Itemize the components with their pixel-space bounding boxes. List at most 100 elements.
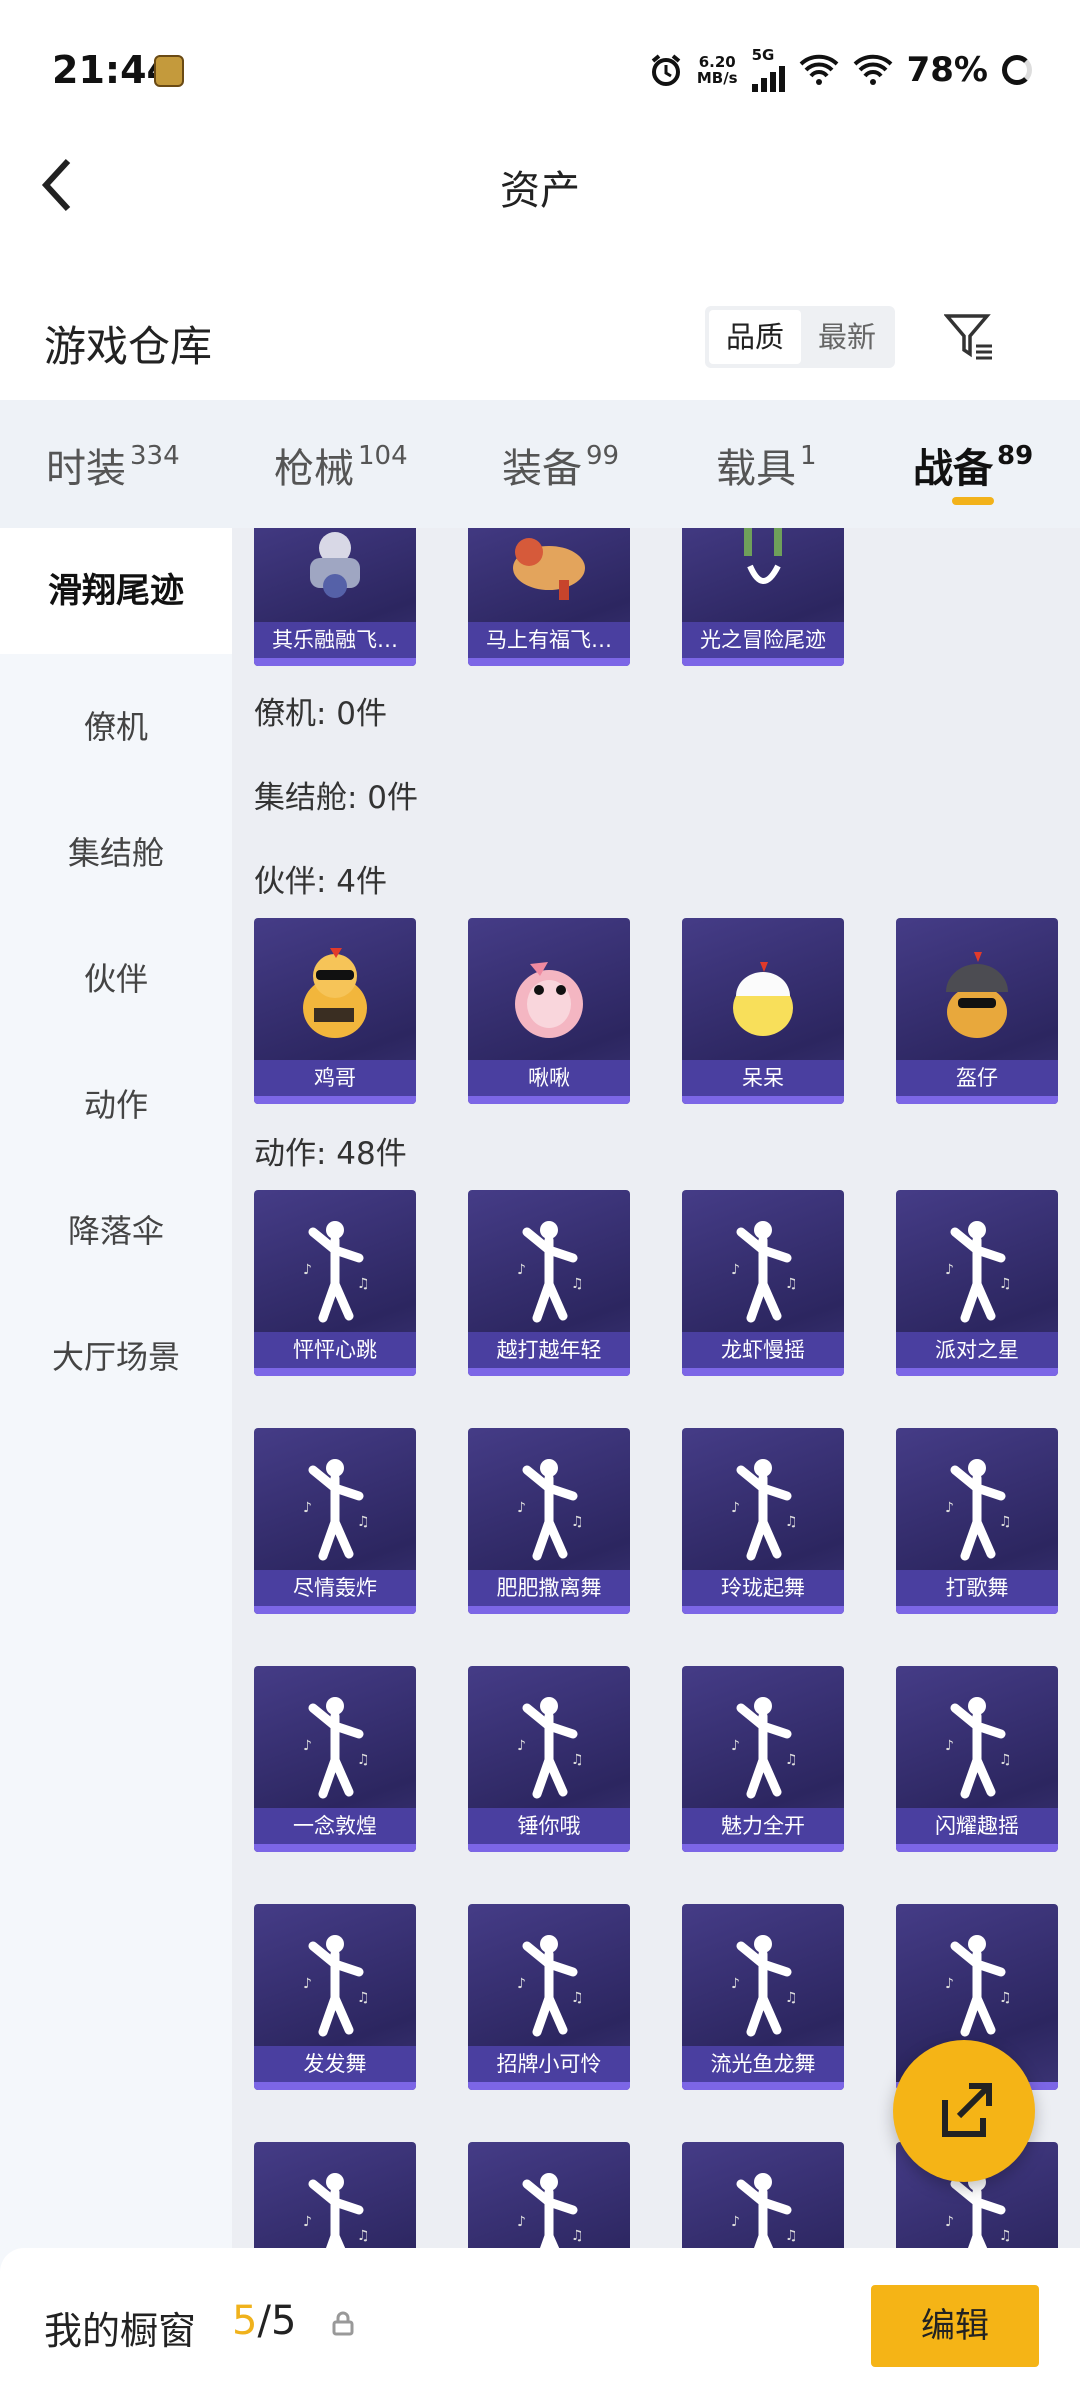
section-emote-count: 动作: 48件 xyxy=(254,1136,407,1172)
adventure-trail-icon xyxy=(744,528,782,584)
dancer-icon: ♪♫ xyxy=(945,1221,1012,1323)
section-rally-count: 集结舱: 0件 xyxy=(254,780,419,816)
card-label: 肥肥撒离舞 xyxy=(468,1570,630,1606)
card-label: 一念敦煌 xyxy=(254,1808,416,1844)
dancer-icon: ♪♫ xyxy=(731,1459,798,1561)
svg-text:♫: ♫ xyxy=(357,1990,370,2006)
svg-text:♫: ♫ xyxy=(571,1990,584,2006)
emote-card[interactable]: ♪ ♫ 肥肥撒离舞 xyxy=(468,1428,630,1614)
emote-card[interactable]: ♪ ♫ 流光鱼龙舞 xyxy=(682,1904,844,2090)
section-partner-count: 伙伴: 4件 xyxy=(254,864,388,900)
card-label: 锤你哦 xyxy=(468,1808,630,1844)
tab-guns[interactable]: 枪械 104 xyxy=(274,436,408,494)
svg-text:♫: ♫ xyxy=(999,2228,1012,2244)
svg-text:♫: ♫ xyxy=(571,1752,584,1768)
emote-card[interactable]: ♪ ♫ 越打越年轻 xyxy=(468,1190,630,1376)
filter-icon[interactable] xyxy=(944,310,996,362)
svg-text:♫: ♫ xyxy=(785,1514,798,1530)
lock-icon xyxy=(332,2311,354,2336)
emote-card[interactable]: ♪ ♫ 龙虾慢摇 xyxy=(682,1190,844,1376)
emote-card[interactable]: ♪ ♫ 发发舞 xyxy=(254,1904,416,2090)
dancer-icon: ♪♫ xyxy=(303,1697,370,1799)
helmet-chick-partner-icon xyxy=(946,952,1008,1038)
card-label: 盔仔 xyxy=(896,1060,1058,1096)
dancer-icon: ♪♫ xyxy=(517,2173,584,2248)
svg-text:♫: ♫ xyxy=(571,2228,584,2244)
svg-text:♫: ♫ xyxy=(785,1752,798,1768)
edit-button[interactable]: 编辑 xyxy=(871,2285,1039,2367)
sidebar-item-parachute[interactable]: 降落伞 xyxy=(0,1206,232,1252)
dancer-icon: ♪♫ xyxy=(945,1459,1012,1561)
wifi-icon-2 xyxy=(853,54,892,85)
svg-text:♪: ♪ xyxy=(731,2214,740,2230)
emote-card[interactable]: ♪ ♫ 玲珑起舞 xyxy=(682,1428,844,1614)
tab-vehicle[interactable]: 载具 1 xyxy=(716,436,817,494)
chick-partner-icon xyxy=(733,962,793,1036)
emote-card[interactable]: ♪ ♫ 怦怦心跳 xyxy=(254,1190,416,1376)
sort-quality-button[interactable]: 品质 xyxy=(709,310,801,364)
partner-card[interactable]: 啾啾 xyxy=(468,918,630,1104)
dancer-icon: ♪♫ xyxy=(517,1935,584,2037)
svg-text:♫: ♫ xyxy=(571,1514,584,1530)
partner-card[interactable]: 呆呆 xyxy=(682,918,844,1104)
glide-trail-card[interactable]: 光之冒险尾迹 xyxy=(682,528,844,666)
sidebar-item-lobby-scene[interactable]: 大厅场景 xyxy=(0,1332,232,1378)
card-label: 闪耀趣摇 xyxy=(896,1808,1058,1844)
emote-card[interactable]: ♪ ♫ xyxy=(468,2142,630,2248)
partner-card[interactable]: 鸡哥 xyxy=(254,918,416,1104)
sidebar-item-glide-trail[interactable]: 滑翔尾迹 xyxy=(0,528,232,654)
card-label: 魅力全开 xyxy=(682,1808,844,1844)
tab-battle-gear[interactable]: 战备 89 xyxy=(913,436,1033,494)
svg-text:♪: ♪ xyxy=(731,1262,740,1278)
dancer-icon: ♪♫ xyxy=(731,2173,798,2248)
sidebar-item-partner[interactable]: 伙伴 xyxy=(0,954,232,1000)
emote-card[interactable]: ♪ ♫ xyxy=(682,2142,844,2248)
alarm-icon xyxy=(651,54,681,86)
svg-text:♪: ♪ xyxy=(945,1262,954,1278)
emote-card[interactable]: ♪ ♫ 打歌舞 xyxy=(896,1428,1058,1614)
svg-text:♫: ♫ xyxy=(357,2228,370,2244)
glide-trail-card[interactable]: 马上有福飞… xyxy=(468,528,630,666)
card-label: 派对之星 xyxy=(896,1332,1058,1368)
emote-card[interactable]: ♪ ♫ xyxy=(254,2142,416,2248)
sort-newest-button[interactable]: 最新 xyxy=(803,310,891,364)
svg-text:♫: ♫ xyxy=(785,1990,798,2006)
tab-equipment[interactable]: 装备 99 xyxy=(502,436,619,494)
card-label: 啾啾 xyxy=(468,1060,630,1096)
sidebar-item-rally-pod[interactable]: 集结舱 xyxy=(0,828,232,874)
partner-card[interactable]: 盔仔 xyxy=(896,918,1058,1104)
svg-text:♫: ♫ xyxy=(999,1752,1012,1768)
svg-text:♫: ♫ xyxy=(785,1276,798,1292)
tab-fashion[interactable]: 时装 334 xyxy=(46,436,180,494)
emote-card[interactable]: ♪ ♫ 锤你哦 xyxy=(468,1666,630,1852)
bird-partner-icon xyxy=(515,962,583,1038)
svg-text:♪: ♪ xyxy=(731,1500,740,1516)
active-tab-indicator xyxy=(952,497,994,505)
svg-text:♪: ♪ xyxy=(303,2214,312,2230)
item-grid-area[interactable]: 其乐融融飞… 马上有福飞… 光之冒险尾迹 僚机: 0件 集结舱: 0件 伙伴: … xyxy=(232,528,1080,2248)
dancer-icon: ♪♫ xyxy=(517,1221,584,1323)
sidebar-item-wingman[interactable]: 僚机 xyxy=(0,702,232,748)
emote-card[interactable]: ♪ ♫ 魅力全开 xyxy=(682,1666,844,1852)
emote-card[interactable]: ♪ ♫ 闪耀趣摇 xyxy=(896,1666,1058,1852)
emote-card[interactable]: ♪ ♫ 招牌小可怜 xyxy=(468,1904,630,2090)
dancer-icon: ♪♫ xyxy=(731,1221,798,1323)
svg-text:♫: ♫ xyxy=(357,1276,370,1292)
svg-text:♪: ♪ xyxy=(303,1500,312,1516)
svg-text:♪: ♪ xyxy=(731,1976,740,1992)
svg-text:♪: ♪ xyxy=(517,2214,526,2230)
horse-trail-icon xyxy=(513,538,585,600)
sidebar-item-emote[interactable]: 动作 xyxy=(0,1080,232,1126)
share-button[interactable] xyxy=(893,2040,1035,2182)
sort-toggle: 品质 最新 xyxy=(705,306,895,368)
card-label: 鸡哥 xyxy=(254,1060,416,1096)
emote-card[interactable]: ♪ ♫ 一念敦煌 xyxy=(254,1666,416,1852)
emote-card[interactable]: ♪ ♫ 尽情轰炸 xyxy=(254,1428,416,1614)
emote-card[interactable]: ♪ ♫ 派对之星 xyxy=(896,1190,1058,1376)
card-label: 怦怦心跳 xyxy=(254,1332,416,1368)
glide-trail-card[interactable]: 其乐融融飞… xyxy=(254,528,416,666)
showcase-count: 5/5 xyxy=(232,2298,297,2344)
chicken-partner-icon xyxy=(303,948,367,1038)
card-label: 发发舞 xyxy=(254,2046,416,2082)
svg-text:♫: ♫ xyxy=(999,1276,1012,1292)
